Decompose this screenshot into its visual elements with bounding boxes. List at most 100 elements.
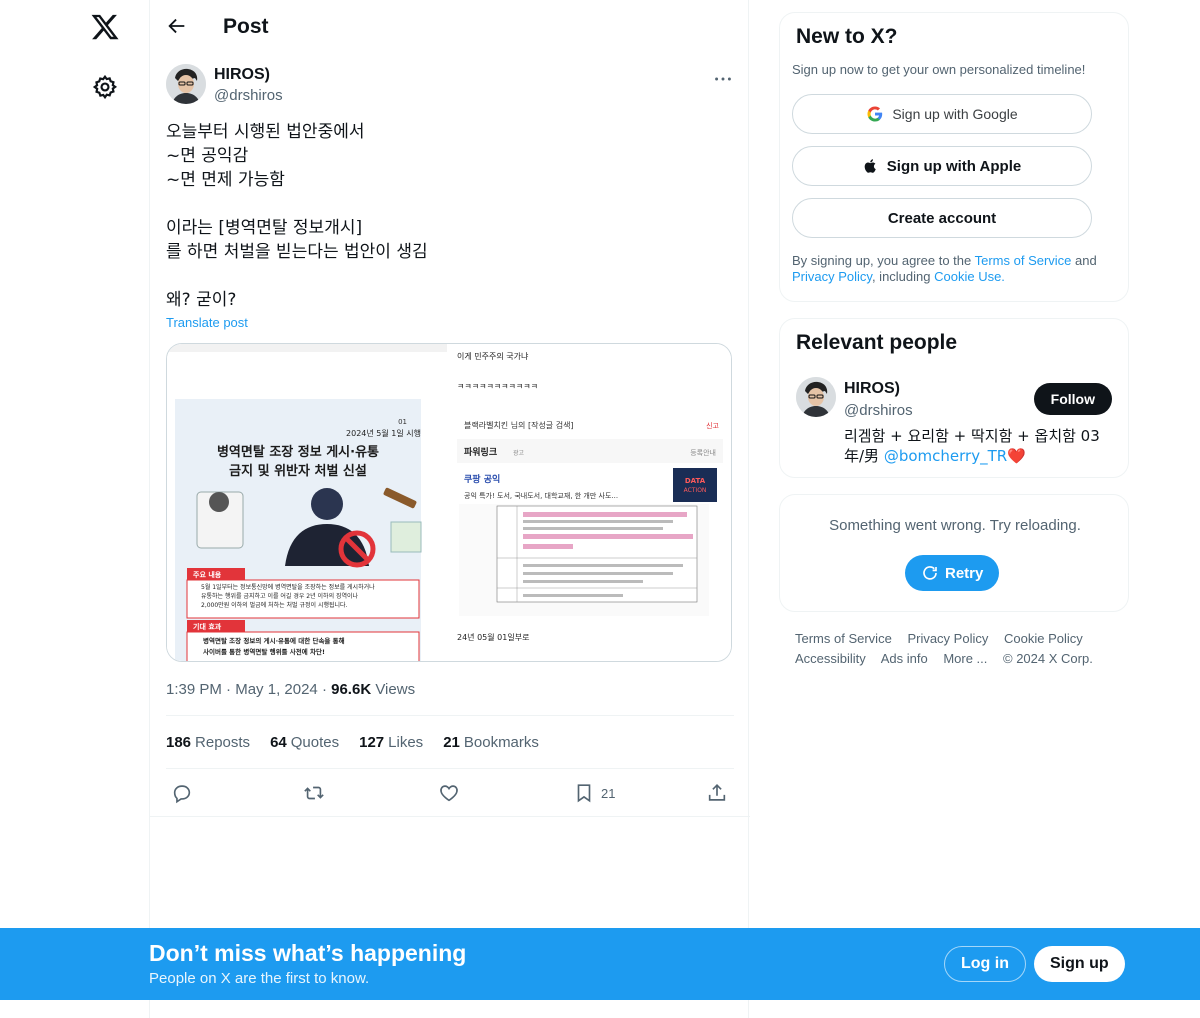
- relevant-person-name[interactable]: HIROS): [844, 380, 900, 398]
- reposts-stat[interactable]: 186 Reposts: [166, 734, 250, 751]
- footer-copyright: © 2024 X Corp.: [1003, 651, 1093, 666]
- media-left-title-2: 금지 및 위반자 처벌 신설: [229, 463, 367, 479]
- legal-text-2: and: [1071, 253, 1097, 268]
- legal-text-3: , including: [871, 269, 935, 284]
- share-button[interactable]: [706, 782, 728, 804]
- post-stats: 186 Reposts 64 Quotes 127 Likes 21 Bookmarks: [166, 734, 734, 751]
- svg-text:2,000만원 이하의 벌금에 처하는 처벌 규정이 시행됩: 2,000만원 이하의 벌금에 처하는 처벌 규정이 시행됩니다.: [201, 601, 348, 609]
- reposts-label: Reposts: [195, 734, 251, 751]
- svg-text:병역면탈 조장 정보의 게시·유통에 대한 단속을 통해: 병역면탈 조장 정보의 게시·유통에 대한 단속을 통해: [203, 636, 345, 645]
- back-arrow-icon[interactable]: [166, 15, 188, 37]
- media-right-ad: 광고: [513, 450, 525, 457]
- media-right-line-1: 이게 민주주의 국가냐: [457, 351, 529, 361]
- signup-card-title: New to X?: [796, 25, 898, 48]
- meta-dot: ·: [226, 681, 236, 698]
- divider: [166, 768, 734, 769]
- like-button[interactable]: [438, 782, 460, 804]
- post-actions: 21: [166, 780, 734, 808]
- avatar[interactable]: [166, 64, 206, 104]
- svg-text:01: 01: [398, 418, 407, 426]
- refresh-icon: [923, 566, 937, 580]
- views-count: 96.6K: [331, 681, 372, 698]
- media-left-tag-2: 기대 효과: [193, 622, 222, 631]
- footer-privacy-link[interactable]: Privacy Policy: [907, 631, 988, 646]
- repost-button[interactable]: [303, 782, 325, 804]
- bookmarks-stat[interactable]: 21 Bookmarks: [443, 734, 539, 751]
- footer-terms-link[interactable]: Terms of Service: [795, 631, 892, 646]
- post-media[interactable]: 01 2024년 5월 1일 시행 병역면탈 조장 정보 게시·유통 금지 및 …: [166, 343, 732, 662]
- share-icon: [708, 784, 726, 801]
- relevant-people-title: Relevant people: [796, 331, 958, 354]
- signup-legal-text: By signing up, you agree to the Terms of…: [792, 253, 1118, 285]
- likes-count: 127: [359, 734, 385, 751]
- signup-google-button[interactable]: Sign up with Google: [792, 94, 1092, 134]
- author-handle[interactable]: @drshiros: [214, 87, 283, 104]
- retry-button[interactable]: Retry: [905, 555, 1000, 591]
- quotes-stat[interactable]: 64 Quotes: [270, 734, 339, 751]
- bookmarks-count: 21: [443, 734, 460, 751]
- follow-button[interactable]: Follow: [1033, 383, 1112, 415]
- quotes-count: 64: [270, 734, 287, 751]
- retry-label: Retry: [945, 564, 984, 582]
- post-time[interactable]: 1:39 PM: [166, 681, 222, 698]
- media-right-line-2: ㅋㅋㅋㅋㅋㅋㅋㅋㅋㅋㅋ: [457, 382, 538, 391]
- relevant-people-card: Relevant people HIROS) @drshiros Follow …: [779, 318, 1129, 478]
- signup-card: New to X? Sign up now to get your own pe…: [779, 12, 1129, 302]
- terms-link[interactable]: Terms of Service: [975, 253, 1072, 268]
- likes-label: Likes: [388, 734, 424, 751]
- error-message: Something went wrong. Try reloading.: [829, 517, 1081, 534]
- cookie-link[interactable]: Cookie Use.: [934, 269, 1005, 284]
- signup-apple-label: Sign up with Apple: [886, 157, 1022, 175]
- signup-apple-button[interactable]: Sign up with Apple: [792, 146, 1092, 186]
- trends-error-card: Something went wrong. Try reloading. Ret…: [779, 494, 1129, 612]
- divider: [166, 715, 734, 716]
- post-text: 오늘부터 시행된 법안중에서 ~면 공익감 ~면 면제 가능함 이라는 [병역면…: [166, 122, 428, 310]
- create-account-button[interactable]: Create account: [792, 198, 1092, 238]
- footer-more-link[interactable]: More ...: [943, 651, 987, 666]
- bookmarks-label: Bookmarks: [463, 734, 539, 751]
- reply-icon: [173, 785, 191, 804]
- author-name[interactable]: HIROS): [214, 66, 270, 84]
- translate-post-link[interactable]: Translate post: [166, 315, 248, 330]
- footer-ads-link[interactable]: Ads info: [881, 651, 928, 666]
- media-right-report: 신고: [706, 421, 719, 430]
- x-logo-icon[interactable]: [90, 12, 120, 42]
- signup-card-subtitle: Sign up now to get your own personalized…: [792, 62, 1086, 77]
- footer-links: Terms of Service Privacy Policy Cookie P…: [795, 629, 1125, 669]
- media-left-title-1: 병역면탈 조장 정보 게시·유통: [217, 444, 379, 460]
- media-right-line-3: 블랙라벨치킨 님의 [작성글 검색]: [464, 420, 574, 430]
- apple-icon: [864, 159, 876, 173]
- reply-button[interactable]: [171, 782, 193, 804]
- post-author: HIROS) @drshiros: [166, 64, 734, 108]
- bottom-bar-title: Don’t miss what’s happening: [149, 940, 467, 966]
- signup-button[interactable]: Sign up: [1034, 946, 1125, 982]
- privacy-link[interactable]: Privacy Policy: [792, 269, 872, 284]
- media-image: 01 2024년 5월 1일 시행 병역면탈 조장 정보 게시·유통 금지 및 …: [167, 344, 731, 661]
- heart-emoji: ❤️: [1007, 447, 1026, 465]
- media-right-powerlink: 파워링크: [464, 446, 497, 458]
- footer-accessibility-link[interactable]: Accessibility: [795, 651, 866, 666]
- bio-mention-link[interactable]: @bomcherry_TR: [884, 447, 1007, 465]
- relevant-person-handle[interactable]: @drshiros: [844, 402, 913, 419]
- post-header: Post: [150, 0, 750, 54]
- gear-icon[interactable]: [92, 74, 118, 100]
- repost-icon: [304, 786, 324, 800]
- more-options-icon[interactable]: [712, 68, 734, 90]
- svg-text:ACTION: ACTION: [684, 487, 707, 494]
- quotes-label: Quotes: [290, 734, 340, 751]
- bookmark-button[interactable]: 21: [573, 782, 615, 804]
- login-button[interactable]: Log in: [944, 946, 1026, 982]
- svg-text:유통하는 행위를 금지하고 이를 어길 경우 2년 이하의: 유통하는 행위를 금지하고 이를 어길 경우 2년 이하의 징역이나: [201, 592, 359, 600]
- avatar[interactable]: [796, 377, 836, 417]
- footer-cookie-link[interactable]: Cookie Policy: [1004, 631, 1083, 646]
- relevant-person-bio: 리겜함 + 요리함 + 딱지함 + 옵치함 03年/男 @bomcherry_T…: [844, 426, 1114, 466]
- bottom-bar-subtitle: People on X are the first to know.: [149, 970, 370, 987]
- divider: [150, 816, 750, 817]
- media-right-link-desc: 공익 특가! 도서, 국내도서, 대학교재, 한 개만 사도...: [464, 491, 618, 500]
- post-date[interactable]: May 1, 2024: [235, 681, 318, 698]
- svg-text:사이버를 통한 병역면탈 행위를 사전에 차단!: 사이버를 통한 병역면탈 행위를 사전에 차단!: [203, 647, 325, 656]
- media-right-register: 등록안내: [690, 448, 716, 457]
- likes-stat[interactable]: 127 Likes: [359, 734, 423, 751]
- bookmark-action-count: 21: [601, 785, 616, 801]
- left-nav: [0, 0, 150, 1018]
